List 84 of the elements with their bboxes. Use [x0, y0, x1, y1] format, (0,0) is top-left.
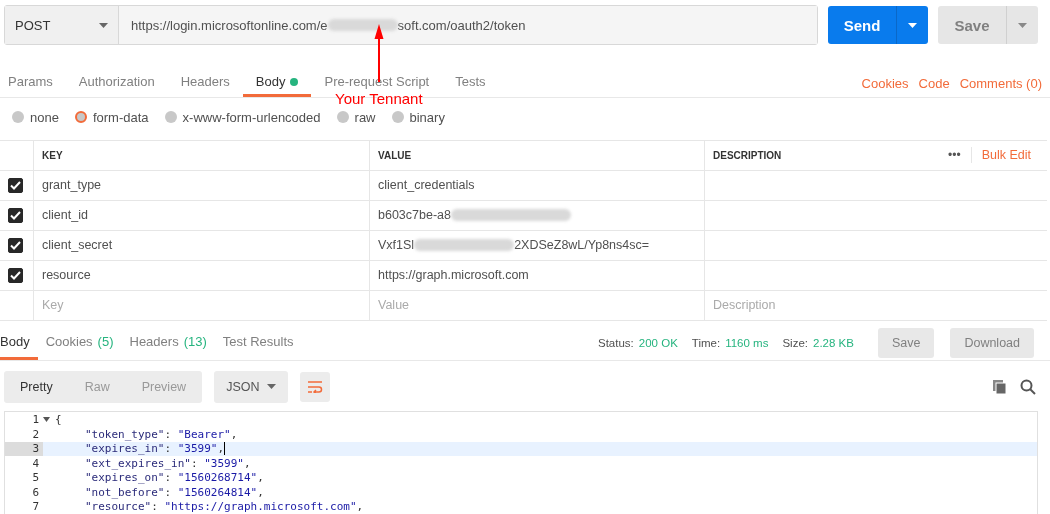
- column-header: KEY: [33, 140, 369, 171]
- table-cell: client_secret: [33, 230, 369, 261]
- code-line: "token_type": "Bearer",: [84, 427, 238, 441]
- table-cell: client_id: [33, 200, 369, 231]
- more-button[interactable]: •••: [938, 147, 972, 164]
- status-text: Time: 1160 ms: [691, 337, 769, 350]
- code-line: "ext_expires_in": "3599",: [84, 456, 251, 470]
- line-number: 1: [31, 412, 40, 427]
- radio-option[interactable]: x-www-form-urlencoded: [164, 109, 321, 125]
- table-cell: Vxf1Sl 2XDSeZ8wL/Yp8ns4sc=: [369, 230, 704, 261]
- save-button[interactable]: Save: [938, 6, 1006, 44]
- response-tab[interactable]: Cookies (5): [37, 326, 122, 360]
- caret-icon: [267, 384, 277, 389]
- wrap-lines-button[interactable]: [300, 371, 331, 402]
- description-cell[interactable]: [704, 170, 1047, 201]
- response-tab[interactable]: Test Results: [214, 326, 302, 360]
- link[interactable]: Cookies: [861, 75, 909, 91]
- fold-icon[interactable]: [43, 417, 50, 423]
- checkbox[interactable]: [8, 207, 23, 223]
- copy-icon[interactable]: [992, 378, 1008, 395]
- request-tab[interactable]: Params: [8, 69, 66, 98]
- radio-button[interactable]: [74, 111, 87, 124]
- column-header: DESCRIPTION: [713, 149, 782, 161]
- code-line: "expires_in": "3599",: [84, 442, 226, 456]
- line-number: 3: [5, 441, 43, 456]
- code-line: {: [55, 413, 62, 427]
- description-cell[interactable]: [704, 200, 1047, 231]
- radio-button[interactable]: [164, 111, 177, 124]
- send-button[interactable]: Send: [828, 6, 896, 44]
- send-options-button[interactable]: [896, 6, 928, 44]
- checkbox[interactable]: [8, 237, 23, 253]
- description-cell[interactable]: [704, 260, 1047, 291]
- download-button[interactable]: Download: [950, 328, 1034, 359]
- format-dropdown[interactable]: JSON: [214, 370, 289, 403]
- radio-option[interactable]: none: [12, 109, 59, 125]
- line-number: 7: [31, 499, 40, 514]
- table-cell: https://graph.microsoft.com: [369, 260, 704, 291]
- caret-icon: [1018, 22, 1027, 28]
- request-tab[interactable]: Authorization: [65, 69, 168, 98]
- radio-option[interactable]: binary: [391, 109, 445, 125]
- request-tab[interactable]: Tests: [442, 69, 499, 98]
- search-icon[interactable]: [1020, 378, 1036, 395]
- table-cell: resource: [33, 260, 369, 291]
- checkbox[interactable]: [8, 267, 23, 283]
- request-tab[interactable]: Body: [242, 69, 312, 98]
- status-dot: [290, 77, 299, 86]
- line-number: 4: [31, 456, 40, 471]
- radio-button[interactable]: [12, 111, 24, 124]
- radio-button[interactable]: [391, 111, 404, 124]
- bulk-edit-link[interactable]: Bulk Edit: [971, 147, 1037, 164]
- radio-option[interactable]: raw: [336, 109, 376, 125]
- save-options-button[interactable]: [1006, 6, 1038, 44]
- placeholder-cell[interactable]: Value: [369, 290, 704, 321]
- table-cell: client_credentials: [369, 170, 704, 201]
- table-cell: b603c7be-a8: [369, 200, 704, 231]
- checkbox[interactable]: [8, 177, 23, 193]
- view-mode-button[interactable]: Raw: [68, 370, 126, 403]
- code-line: "resource": "https://graph.microsoft.com",: [84, 500, 364, 514]
- status-text: Size: 2.28 KB: [782, 337, 854, 350]
- save-response-button[interactable]: Save: [877, 328, 935, 359]
- wrap-icon: [307, 380, 324, 393]
- link[interactable]: Code: [918, 75, 950, 91]
- response-tab[interactable]: Headers (13): [121, 326, 215, 360]
- line-number: 2: [31, 427, 40, 442]
- table-cell: grant_type: [33, 170, 369, 201]
- view-mode-button[interactable]: Pretty: [4, 370, 69, 403]
- line-number: 6: [31, 485, 40, 500]
- response-tab[interactable]: Body: [0, 326, 38, 360]
- code-line: "expires_on": "1560268714",: [84, 471, 264, 485]
- view-mode-button[interactable]: Preview: [125, 370, 203, 403]
- status-text: Status: 200 OK: [598, 337, 678, 350]
- code-line: "not_before": "1560264814",: [84, 485, 264, 499]
- placeholder-cell[interactable]: Description: [704, 290, 1047, 321]
- link[interactable]: Comments (0): [959, 75, 1042, 91]
- radio-option[interactable]: form-data: [74, 109, 149, 125]
- caret-icon: [908, 22, 917, 28]
- line-number: 5: [31, 470, 40, 485]
- description-cell[interactable]: [704, 230, 1047, 261]
- radio-button[interactable]: [336, 111, 349, 124]
- annotation-text: Your Tennant: [335, 90, 423, 107]
- placeholder-cell[interactable]: Key: [33, 290, 369, 321]
- column-header: VALUE: [369, 140, 704, 171]
- text-cursor: [224, 442, 226, 456]
- request-tab[interactable]: Headers: [167, 69, 243, 98]
